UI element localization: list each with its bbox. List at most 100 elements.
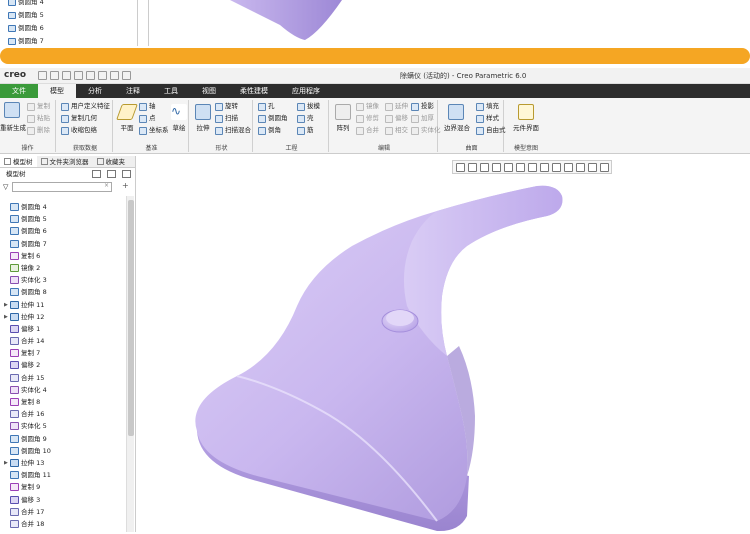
tree-show-icon[interactable]	[107, 170, 116, 178]
tab-7[interactable]: 应用程序	[280, 84, 332, 98]
windows-icon[interactable]	[110, 71, 119, 80]
solidify-button[interactable]: 实体化	[411, 126, 441, 135]
close-window-icon[interactable]	[122, 71, 131, 80]
tree-scrollbar[interactable]	[126, 196, 134, 532]
shrinkwrap-button[interactable]: 收缩包络	[61, 126, 97, 135]
shapes-group-label[interactable]: 形状	[191, 143, 252, 152]
new-icon[interactable]	[38, 71, 47, 80]
component-interface-icon[interactable]	[518, 104, 534, 120]
swept-blend-button[interactable]: 扫描混合	[215, 126, 251, 135]
tree-item[interactable]: 倒圆角 4	[0, 201, 126, 213]
project-button[interactable]: 投影	[411, 102, 434, 111]
csys-button[interactable]: 坐标系	[139, 126, 169, 135]
tree-item[interactable]: 偏移 3	[0, 494, 126, 506]
get-data-group-label[interactable]: 获取数据	[58, 143, 112, 152]
expand-icon[interactable]: ▶	[4, 299, 8, 311]
model-intent-group-label[interactable]: 模型意图	[506, 143, 546, 152]
boundary-blend-icon[interactable]	[448, 104, 464, 120]
tree-item[interactable]: 合并 17	[0, 506, 126, 518]
tab-folder-browser[interactable]: 文件夹浏览器	[37, 156, 93, 167]
pattern-icon[interactable]	[335, 104, 351, 120]
expand-icon[interactable]: ▶	[4, 457, 8, 469]
axis-button[interactable]: 轴	[139, 102, 156, 111]
pan-icon[interactable]	[504, 162, 513, 172]
save-icon[interactable]	[62, 71, 71, 80]
tree-item[interactable]: 偏移 2	[0, 359, 126, 371]
tree-item[interactable]: 倒圆角 8	[0, 286, 126, 298]
refit-icon[interactable]	[456, 162, 465, 172]
tree-item[interactable]: 倒圆角 6	[0, 225, 126, 237]
tab-5[interactable]: 视图	[190, 84, 228, 98]
tree-item[interactable]: 复制 6	[0, 250, 126, 262]
copy-button[interactable]: 复制	[27, 102, 50, 111]
section-icon[interactable]	[600, 162, 609, 172]
extrude-icon[interactable]	[195, 104, 211, 120]
tree-item[interactable]: 倒圆角 9	[0, 433, 126, 445]
repaint-icon[interactable]	[492, 162, 501, 172]
chamfer-button[interactable]: 倒角	[258, 126, 281, 135]
tree-item[interactable]: 实体化 3	[0, 274, 126, 286]
draft-button[interactable]: 拔模	[297, 102, 320, 111]
spin-center-icon[interactable]	[588, 162, 597, 172]
pattern-label[interactable]: 阵列	[333, 122, 353, 132]
sketch-icon[interactable]: ∿	[171, 104, 187, 120]
regenerate-icon[interactable]	[4, 102, 20, 118]
search-input[interactable]	[12, 182, 112, 192]
tree-columns-icon[interactable]	[122, 170, 131, 178]
display-style-icon[interactable]	[516, 162, 525, 172]
zoom-out-icon[interactable]	[480, 162, 489, 172]
regenerate-label[interactable]: 重新生成	[0, 122, 26, 132]
engineering-group-label[interactable]: 工程	[255, 143, 328, 152]
paste-button[interactable]: 粘贴	[27, 114, 50, 123]
expand-icon[interactable]: ▶	[4, 311, 8, 323]
tree-item[interactable]: 偏移 1	[0, 323, 126, 335]
tree-item[interactable]: 复制 7	[0, 347, 126, 359]
tab-favorites[interactable]: 收藏夹	[93, 156, 130, 167]
tab-2[interactable]: 分析	[76, 84, 114, 98]
sketch-label[interactable]: 草绘	[169, 122, 189, 132]
intersect-button[interactable]: 相交	[385, 126, 408, 135]
perspective-icon[interactable]	[552, 162, 561, 172]
tab-0[interactable]: 文件	[0, 84, 38, 98]
tree-item[interactable]: 实体化 5	[0, 420, 126, 432]
regenerate-icon[interactable]	[98, 71, 107, 80]
merge-button[interactable]: 合并	[356, 126, 379, 135]
boundary-blend-label[interactable]: 边界混合	[440, 122, 474, 132]
extend-button[interactable]: 延伸	[385, 102, 408, 111]
annotation-display-icon[interactable]	[576, 162, 585, 172]
redo-icon[interactable]	[86, 71, 95, 80]
surfaces-group-label[interactable]: 曲面	[440, 143, 503, 152]
undo-icon[interactable]	[74, 71, 83, 80]
tree-item[interactable]: ▶ 拉伸 11	[0, 299, 126, 311]
sweep-button[interactable]: 扫描	[215, 114, 238, 123]
revolve-button[interactable]: 旋转	[215, 102, 238, 111]
tree-item[interactable]: 倒圆角 11	[0, 469, 126, 481]
thicken-button[interactable]: 加厚	[411, 114, 434, 123]
graphics-area[interactable]	[137, 176, 750, 532]
tab-model-tree[interactable]: 模型树	[0, 156, 37, 167]
add-icon[interactable]: +	[122, 181, 129, 190]
tab-3[interactable]: 注释	[114, 84, 152, 98]
clear-search-icon[interactable]: ×	[104, 182, 109, 189]
offset-button[interactable]: 偏移	[385, 114, 408, 123]
trim-button[interactable]: 修剪	[356, 114, 379, 123]
tree-item[interactable]: 倒圆角 7	[0, 238, 126, 250]
tab-6[interactable]: 柔性建模	[228, 84, 280, 98]
operations-group-label[interactable]: 操作	[0, 143, 55, 152]
shell-button[interactable]: 壳	[297, 114, 314, 123]
plane-icon[interactable]	[116, 104, 138, 120]
tree-item[interactable]: 合并 14	[0, 335, 126, 347]
rib-button[interactable]: 筋	[297, 126, 314, 135]
tree-item[interactable]: ▶ 拉伸 12	[0, 311, 126, 323]
extrude-label[interactable]: 拉伸	[193, 122, 213, 132]
tree-settings-icon[interactable]	[92, 170, 101, 178]
saved-orientations-icon[interactable]	[528, 162, 537, 172]
tree-item[interactable]: 实体化 4	[0, 384, 126, 396]
round-button[interactable]: 倒圆角	[258, 114, 288, 123]
plane-label[interactable]: 平面	[117, 122, 137, 132]
tree-item[interactable]: ▶ 拉伸 13	[0, 457, 126, 469]
tab-4[interactable]: 工具	[152, 84, 190, 98]
component-interface-label[interactable]: 元件界面	[506, 122, 546, 132]
datum-group-label[interactable]: 基准	[115, 143, 188, 152]
tree-item[interactable]: 倒圆角 10	[0, 445, 126, 457]
